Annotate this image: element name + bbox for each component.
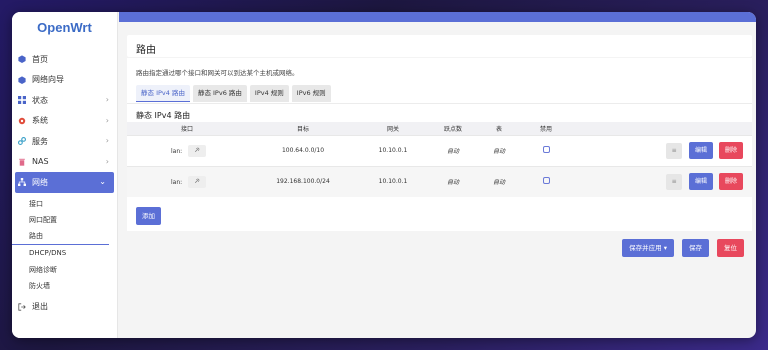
gear-icon (18, 117, 26, 125)
table-header-row: 接口 目标 网关 跃点数 表 禁用 (127, 122, 752, 135)
chevron-right-icon: › (105, 115, 109, 125)
delete-button[interactable]: 删除 (718, 173, 743, 191)
footer-actions: 保存并应用 ▾ 保存 复位 (622, 239, 744, 257)
page-description: 路由指定通过哪个接口和网关可以到达某个主机或网络。 (136, 69, 299, 77)
sidebar-item-label: 网络 (32, 177, 48, 187)
submenu-item-diagnostics[interactable]: 网络诊断 (12, 262, 117, 279)
column-header-target: 目标 (296, 125, 309, 133)
column-header-gateway: 网关 (386, 125, 399, 133)
section-title: 静态 IPv4 路由 (127, 103, 752, 122)
interface-tag (188, 144, 207, 157)
network-submenu: 接口 网口配置 路由 DHCP/DNS 网络诊断 防火墙 (12, 196, 117, 295)
plug-icon (195, 178, 200, 183)
interface-name: lan: (171, 178, 183, 186)
sidebar-item-label: 服务 (32, 136, 48, 146)
disabled-checkbox[interactable] (542, 146, 550, 153)
sidebar-item-home[interactable]: 首页 (12, 49, 117, 70)
disabled-checkbox[interactable] (542, 177, 550, 185)
sidebar-item-label: 系统 (32, 116, 48, 126)
sidebar-item-status[interactable]: 状态 › (12, 90, 117, 111)
tab-static-ipv6[interactable]: 静态 IPv6 路由 (192, 85, 247, 102)
column-header-disabled: 禁用 (539, 125, 552, 133)
edit-button[interactable]: 编辑 (689, 173, 714, 191)
cell-disabled (519, 135, 573, 166)
cell-table: 自动 (492, 179, 505, 187)
sidebar-item-system[interactable]: 系统 › (12, 111, 117, 132)
page-title-box: 路由 (127, 35, 752, 57)
cell-actions: ≡ 编辑 删除 (573, 135, 752, 166)
save-button[interactable]: 保存 (682, 239, 709, 257)
submenu-item-dhcp-dns[interactable]: DHCP/DNS (12, 245, 117, 262)
cell-disabled (519, 166, 573, 197)
plug-icon (195, 146, 200, 152)
sidebar-item-label: 首页 (32, 54, 48, 64)
logout-icon (18, 303, 26, 311)
tab-static-ipv4[interactable]: 静态 IPv4 路由 (136, 85, 190, 102)
sidebar-item-wizard[interactable]: 网络向导 (12, 70, 117, 91)
link-icon (18, 137, 26, 146)
add-route-button[interactable]: 添加 (136, 207, 161, 225)
sidebar-item-services[interactable]: 服务 › (12, 131, 117, 152)
tab-ipv6-rules[interactable]: IPv6 规则 (291, 85, 331, 102)
edit-button[interactable]: 编辑 (689, 142, 714, 159)
cell-gateway: 10.10.0.1 (378, 178, 408, 186)
column-header-metric: 跃点数 (443, 125, 462, 133)
submenu-item-port-config[interactable]: 网口配置 (12, 212, 117, 229)
cube-icon (18, 55, 26, 64)
cell-metric: 自动 (446, 148, 459, 155)
cell-table: 自动 (492, 148, 505, 155)
openwrt-window: OpenWrt 首页 网络向导 状态 › 系统 › 服务 › NAS › 网络 … (12, 12, 756, 338)
sidebar-item-network[interactable]: 网络 ⌄ (15, 172, 114, 193)
interface-name: lan: (171, 147, 183, 155)
cell-metric: 自动 (446, 179, 459, 187)
main-area: 路由 路由指定通过哪个接口和网关可以到达某个主机或网络。 静态 IPv4 路由 … (119, 12, 756, 338)
cell-target: 192.168.100.0/24 (276, 178, 330, 186)
save-apply-button[interactable]: 保存并应用 ▾ (622, 239, 674, 257)
sidebar-item-label: 网络向导 (32, 75, 64, 85)
add-row: 添加 (127, 197, 752, 231)
chevron-right-icon: › (105, 136, 109, 145)
top-bar (119, 12, 756, 22)
routes-panel: 路由指定通过哪个接口和网关可以到达某个主机或网络。 静态 IPv4 路由 静态 … (127, 58, 752, 231)
grid-icon (18, 96, 26, 105)
interface-tag (188, 175, 207, 188)
delete-button[interactable]: 删除 (718, 142, 743, 159)
cell-interface: lan: (127, 135, 247, 166)
table-row: lan: 192.168.100.0/24 10.10.0.1 自动 自动 ≡ (127, 166, 752, 197)
table-row: lan: 100.64.0.0/10 10.10.0.1 自动 自动 ≡ 编辑 … (127, 135, 752, 166)
sidebar-item-label: 状态 (32, 95, 48, 105)
chevron-right-icon: › (105, 95, 109, 104)
sidebar-item-label: 退出 (32, 302, 48, 312)
sidebar-item-label: NAS (32, 157, 49, 167)
reset-button[interactable]: 复位 (717, 239, 744, 257)
chevron-down-icon: ⌄ (99, 177, 106, 186)
tab-ipv4-rules[interactable]: IPv4 规则 (249, 85, 289, 102)
chevron-right-icon: › (105, 156, 109, 166)
column-header-actions (573, 122, 752, 135)
column-header-interface: 接口 (180, 125, 193, 133)
logo[interactable]: OpenWrt (12, 12, 117, 46)
trash-icon (18, 158, 26, 166)
cell-actions: ≡ 编辑 删除 (573, 166, 752, 197)
submenu-item-routes[interactable]: 路由 (12, 229, 109, 245)
route-tabs: 静态 IPv4 路由 静态 IPv6 路由 IPv4 规则 IPv6 规则 (127, 85, 752, 103)
sidebar: OpenWrt 首页 网络向导 状态 › 系统 › 服务 › NAS › 网络 … (12, 12, 118, 338)
column-header-table: 表 (495, 125, 502, 133)
routes-table: 接口 目标 网关 跃点数 表 禁用 lan: 100.64.0.0/10 10.… (127, 122, 752, 197)
drag-handle[interactable]: ≡ (666, 174, 683, 191)
sidebar-item-nas[interactable]: NAS › (12, 152, 117, 173)
cell-gateway: 10.10.0.1 (378, 147, 408, 154)
sidebar-item-logout[interactable]: 退出 (12, 297, 117, 318)
submenu-item-firewall[interactable]: 防火墙 (12, 278, 117, 295)
cube-icon (18, 76, 26, 84)
cell-interface: lan: (127, 166, 247, 197)
drag-handle[interactable]: ≡ (666, 143, 683, 159)
sidebar-menu: 首页 网络向导 状态 › 系统 › 服务 › NAS › 网络 ⌄ (12, 49, 117, 193)
cell-target: 100.64.0.0/10 (281, 147, 325, 154)
submenu-item-interfaces[interactable]: 接口 (12, 196, 117, 213)
network-icon (18, 178, 26, 187)
